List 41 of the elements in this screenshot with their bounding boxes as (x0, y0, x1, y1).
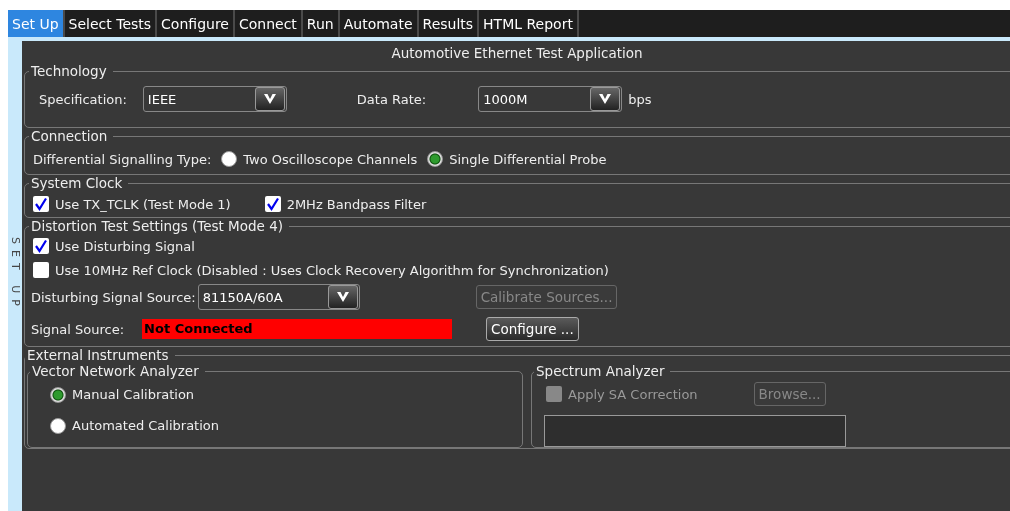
group-label: Technology (30, 63, 108, 79)
file-list[interactable] (544, 415, 846, 447)
dropdown[interactable]: IEEE (142, 86, 287, 112)
radio-button[interactable] (50, 417, 66, 434)
radio-button[interactable] (50, 386, 66, 403)
radio-button[interactable] (221, 151, 238, 167)
caret-icon (327, 285, 358, 309)
configure-button[interactable]: Configure ... (486, 317, 579, 341)
checkbox[interactable] (264, 196, 281, 212)
field-label: Signal Source: (31, 321, 125, 337)
checkbox-label[interactable]: 2MHz Bandpass Filter (286, 196, 427, 212)
radio-button[interactable] (427, 151, 444, 167)
group-label: System Clock (30, 175, 124, 191)
group-label: Vector Network Analyzer (31, 363, 200, 379)
radio-label[interactable]: Single Differential Probe (449, 151, 607, 167)
unit-label: bps (628, 91, 652, 107)
checkbox-label[interactable]: Use Disturbing Signal (55, 238, 195, 254)
field-label: Specification: (39, 91, 127, 107)
field-label: Disturbing Signal Source: (31, 289, 196, 305)
group-label: External Instruments (26, 347, 170, 363)
dropdown[interactable]: 1000M (478, 86, 623, 112)
field-label: Differential Signalling Type: (33, 151, 212, 167)
group-label: Distortion Test Settings (Test Mode 4) (30, 218, 285, 234)
app-title: Automotive Ethernet Test Application (390, 44, 644, 63)
caret-icon (590, 87, 621, 111)
checkbox-label[interactable]: Use 10MHz Ref Clock (Disabled : Uses Clock Recovery Algorithm for Synchronization) (55, 262, 609, 278)
checkbox[interactable] (33, 238, 49, 254)
tab[interactable]: Set Up (8, 10, 65, 37)
radio-label[interactable]: Two Oscilloscope Channels (243, 151, 418, 167)
caret-icon (254, 87, 285, 111)
radio-label[interactable]: Manual Calibration (72, 387, 195, 402)
radio-label[interactable]: Automated Calibration (72, 418, 220, 433)
field-label: Data Rate: (356, 91, 427, 107)
dropdown[interactable]: 81150A/60A (197, 284, 360, 310)
side-label: SET UP (8, 237, 22, 312)
checkbox[interactable] (33, 196, 49, 212)
checkbox[interactable] (33, 262, 49, 278)
group-label: Spectrum Analyzer (535, 363, 666, 379)
status-field: Not Connected (142, 319, 453, 339)
group-label: Connection (30, 128, 109, 144)
checkbox-label[interactable]: Use TX_TCLK (Test Mode 1) (55, 196, 231, 212)
